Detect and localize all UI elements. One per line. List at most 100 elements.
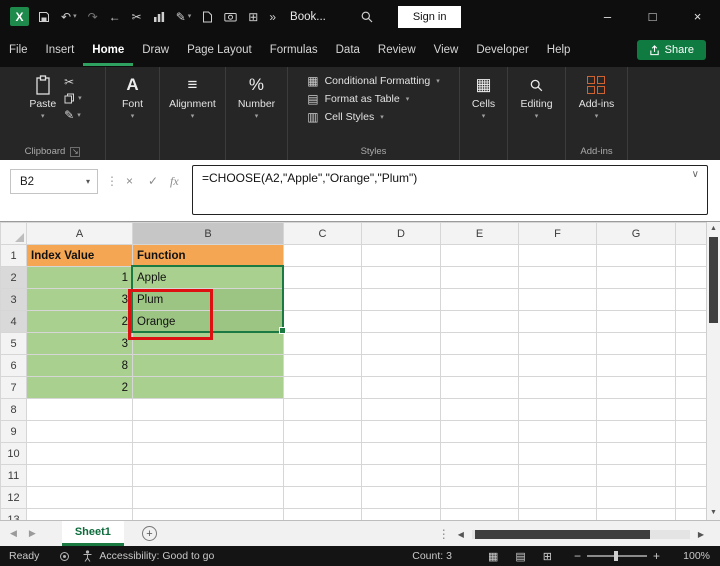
cell-styles-button[interactable]: ▥ Cell Styles ▾ (304, 109, 443, 125)
enter-button[interactable]: ✓ (148, 174, 158, 188)
tab-insert[interactable]: Insert (37, 34, 84, 66)
cell[interactable] (26, 486, 133, 509)
count-indicator[interactable]: Count: 3 (412, 550, 452, 562)
cell[interactable] (132, 486, 284, 509)
cell[interactable] (440, 310, 519, 333)
cell[interactable] (283, 464, 362, 487)
cell[interactable] (518, 442, 597, 465)
clipboard-dialog-launcher[interactable]: ↘ (70, 146, 81, 157)
cell[interactable] (440, 354, 519, 377)
cell-B7[interactable] (132, 376, 284, 399)
share-button[interactable]: Share (636, 40, 706, 60)
camera-icon[interactable] (224, 11, 237, 22)
paste-button[interactable]: Paste ▾ (23, 70, 62, 120)
tab-view[interactable]: View (425, 34, 468, 66)
cell[interactable] (596, 244, 676, 267)
row-header-11[interactable]: 11 (0, 464, 27, 487)
tab-file[interactable]: File (0, 34, 37, 66)
addins-button[interactable]: Add-ins ▾ (573, 70, 621, 120)
format-painter-icon[interactable]: ✎ ▾ (176, 11, 192, 23)
cell[interactable] (283, 376, 362, 399)
cell[interactable] (26, 398, 133, 421)
zoom-slider-thumb[interactable] (613, 551, 618, 561)
cell-A7[interactable]: 2 (26, 376, 133, 399)
horizontal-scrollbar-thumb[interactable] (474, 529, 650, 539)
row-header-7[interactable]: 7 (0, 376, 27, 399)
formula-bar-grip-icon[interactable]: ⋮ (106, 174, 118, 188)
scroll-right-icon[interactable]: ▶ (698, 530, 704, 539)
font-button[interactable]: A Font ▾ (116, 70, 149, 120)
cell[interactable] (518, 398, 597, 421)
cell[interactable] (518, 244, 597, 267)
cell[interactable] (440, 266, 519, 289)
column-header-F[interactable]: F (518, 222, 597, 245)
cell[interactable] (361, 354, 441, 377)
zoom-slider[interactable] (586, 551, 647, 561)
cell[interactable] (361, 508, 441, 520)
cell[interactable] (26, 442, 133, 465)
previous-sheet-icon[interactable]: ◀ (10, 528, 17, 539)
chevron-down-icon[interactable]: ▾ (79, 177, 97, 186)
row-header-10[interactable]: 10 (0, 442, 27, 465)
cell[interactable] (440, 486, 519, 509)
cell[interactable] (675, 354, 706, 377)
cell[interactable] (596, 486, 676, 509)
cell[interactable] (361, 398, 441, 421)
cell[interactable] (283, 266, 362, 289)
column-header-C[interactable]: C (283, 222, 362, 245)
cell[interactable] (283, 420, 362, 443)
cell-B5[interactable] (132, 332, 284, 355)
scroll-up-icon[interactable]: ▲ (707, 222, 720, 236)
cell[interactable] (361, 244, 441, 267)
cell[interactable] (675, 310, 706, 333)
tab-formulas[interactable]: Formulas (261, 34, 327, 66)
cell[interactable] (440, 464, 519, 487)
cell-B6[interactable] (132, 354, 284, 377)
cell[interactable] (440, 442, 519, 465)
cell[interactable] (675, 266, 706, 289)
accessibility-icon[interactable] (82, 550, 93, 562)
cell[interactable] (283, 288, 362, 311)
cell[interactable] (132, 420, 284, 443)
scroll-down-icon[interactable]: ▼ (707, 506, 720, 520)
cell[interactable] (361, 332, 441, 355)
cell[interactable] (675, 508, 706, 520)
cell[interactable] (675, 398, 706, 421)
cell[interactable] (440, 288, 519, 311)
back-icon[interactable]: ← (109, 11, 121, 23)
cell[interactable] (518, 508, 597, 520)
format-painter-button[interactable]: ✎ ▾ (64, 109, 82, 121)
overflow-chevron-icon[interactable]: » (269, 11, 276, 23)
cell-A2[interactable]: 1 (26, 266, 133, 289)
cell[interactable] (596, 354, 676, 377)
search-icon[interactable] (360, 10, 374, 24)
accessibility-status[interactable]: Accessibility: Good to go (99, 550, 214, 562)
vertical-scrollbar-thumb[interactable] (709, 237, 718, 323)
page-layout-view-icon[interactable]: ▤ (515, 550, 525, 563)
cell[interactable] (675, 442, 706, 465)
sheet-tab-sheet1[interactable]: Sheet1 (61, 521, 124, 546)
sign-in-button[interactable]: Sign in (397, 5, 462, 28)
cancel-button[interactable]: × (126, 174, 133, 188)
normal-view-icon[interactable]: ▦ (488, 550, 498, 563)
row-header-4[interactable]: 4 (0, 310, 27, 333)
cut-button[interactable]: ✂ (64, 76, 82, 88)
minimize-button[interactable]: – (585, 0, 630, 33)
horizontal-scrollbar-track[interactable] (471, 529, 690, 539)
cells-button[interactable]: ▦ Cells ▾ (466, 70, 501, 120)
cell[interactable] (518, 354, 597, 377)
record-macro-icon[interactable] (59, 551, 70, 562)
cell[interactable] (132, 398, 284, 421)
cell[interactable] (132, 464, 284, 487)
row-header-3[interactable]: 3 (0, 288, 27, 311)
name-box[interactable]: B2 ▾ (10, 169, 98, 194)
column-header-partial[interactable] (675, 222, 706, 245)
cell[interactable] (675, 464, 706, 487)
close-button[interactable]: × (675, 0, 720, 33)
cell[interactable] (596, 332, 676, 355)
column-header-A[interactable]: A (26, 222, 133, 245)
new-document-icon[interactable] (202, 11, 213, 23)
cell[interactable] (440, 508, 519, 520)
cell[interactable] (361, 310, 441, 333)
tab-help[interactable]: Help (538, 34, 580, 66)
